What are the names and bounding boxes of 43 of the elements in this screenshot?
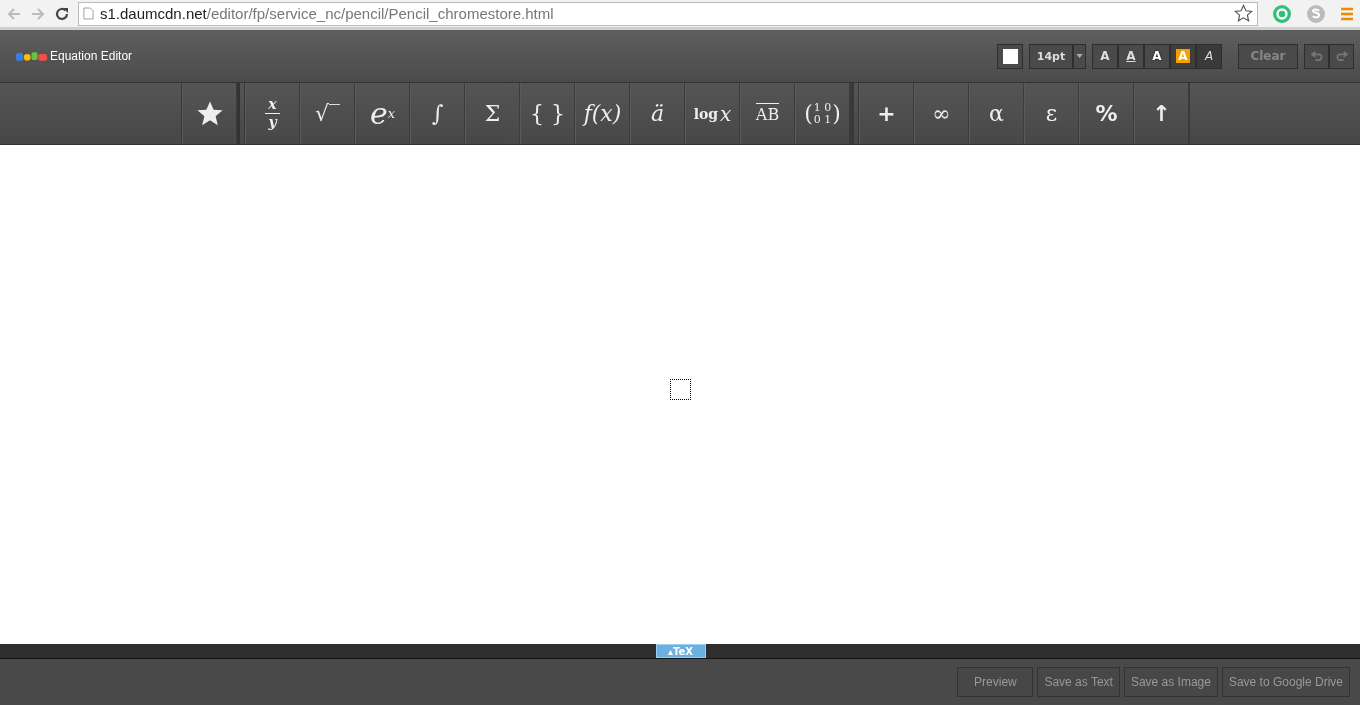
symbol-button[interactable]: ↑ xyxy=(1134,83,1189,144)
symbol-button[interactable]: + xyxy=(859,83,914,144)
symbol-button[interactable]: ∫ xyxy=(410,83,465,144)
redo-button[interactable] xyxy=(1329,43,1354,69)
vector-button[interactable]: AB xyxy=(740,83,795,144)
input-placeholder-box[interactable] xyxy=(669,379,691,400)
undo-button[interactable] xyxy=(1304,43,1329,69)
address-bar[interactable]: s1.daumcdn.net/editor/fp/service_nc/pencil/Pencil_chromestore.html xyxy=(78,1,1258,26)
page-icon xyxy=(83,7,94,20)
font-size-select[interactable]: 14pt xyxy=(1029,43,1073,69)
exponent-button[interactable]: e$^{x}$ xyxy=(355,83,410,144)
color-swatch-icon xyxy=(1002,48,1018,64)
symbol-button[interactable]: ε xyxy=(1024,83,1079,144)
symbol-button[interactable]: ä xyxy=(630,83,685,144)
forward-icon[interactable] xyxy=(30,5,46,22)
color-button[interactable] xyxy=(997,43,1023,69)
log-button[interactable]: logx xyxy=(685,83,740,144)
symbol-button[interactable]: √‾ xyxy=(300,83,355,144)
symbol-button[interactable]: α xyxy=(969,83,1024,144)
text-style-button[interactable]: A xyxy=(1144,43,1170,69)
skype-icon[interactable] xyxy=(1306,3,1326,24)
dropdown-button[interactable] xyxy=(1073,43,1086,69)
url-text: s1.daumcdn.net/editor/fp/service_nc/pencil/Pencil_chromestore.html xyxy=(100,5,555,22)
extension-icon[interactable] xyxy=(1272,3,1292,24)
fraction-button[interactable]: x y xyxy=(245,83,300,144)
back-icon[interactable] xyxy=(6,5,22,22)
symbol-button[interactable]: ∞ xyxy=(914,83,969,144)
undo-icon xyxy=(1310,51,1323,61)
menu-icon[interactable] xyxy=(1340,6,1354,21)
text-style-button[interactable]: A xyxy=(1196,43,1222,69)
symbol-button[interactable]: Σ xyxy=(465,83,520,144)
symbol-button[interactable]: f(x) xyxy=(575,83,630,144)
caret-icon xyxy=(1076,54,1083,58)
bookmark-star-icon[interactable] xyxy=(1234,4,1253,23)
symbol-button[interactable]: % xyxy=(1079,83,1134,144)
text-style-button[interactable]: A xyxy=(1118,43,1144,69)
redo-icon xyxy=(1335,51,1348,61)
favorites-button[interactable] xyxy=(182,83,237,144)
symbol-button[interactable]: { } xyxy=(520,83,575,144)
app-title: Equation Editor xyxy=(50,49,133,63)
text-style-button[interactable]: A xyxy=(1092,43,1118,69)
reload-icon[interactable] xyxy=(54,5,70,22)
logo-icon xyxy=(16,50,47,62)
